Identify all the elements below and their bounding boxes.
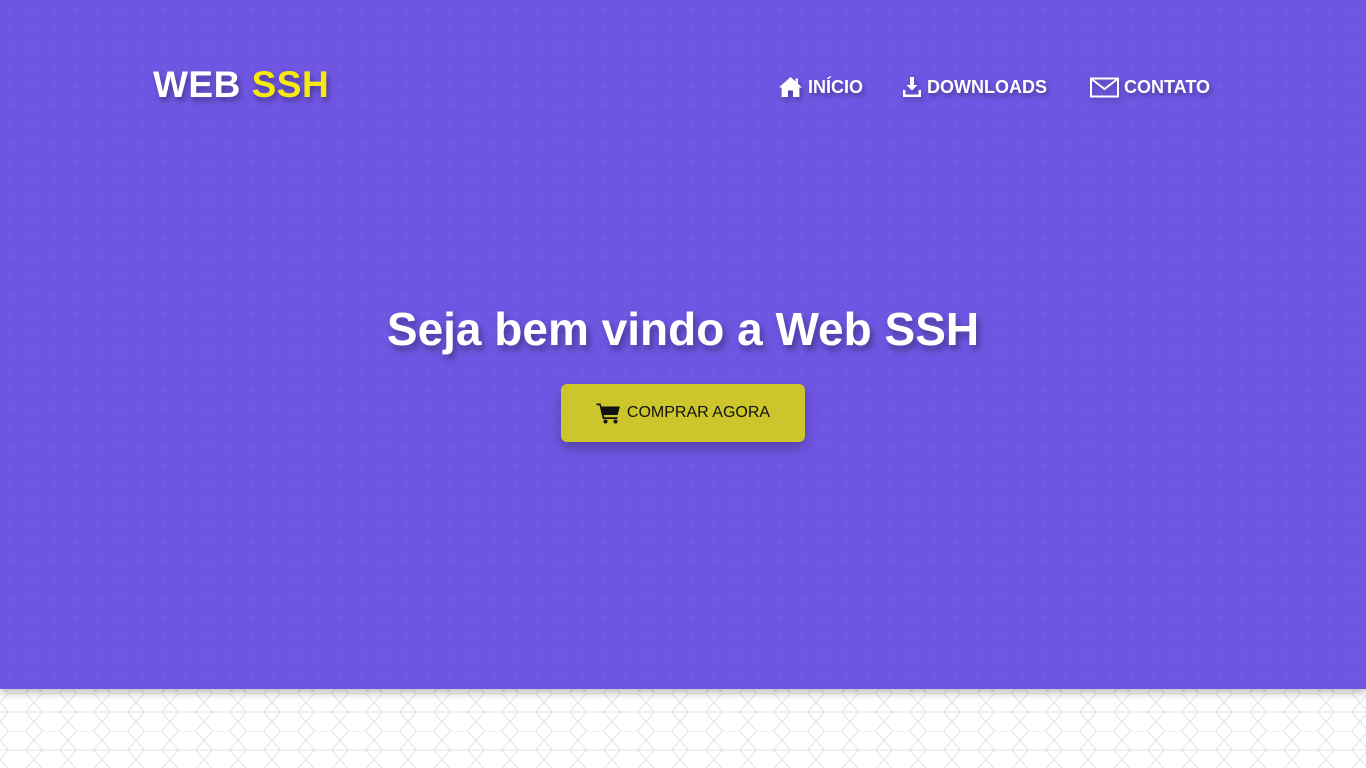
buy-now-button[interactable]: COMPRAR AGORA	[561, 384, 805, 442]
hero-section: WEB SSH INÍCIO DOWNLOADS CONTATO Seja be…	[0, 0, 1366, 689]
hex-pattern	[0, 689, 1366, 768]
nav-item-downloads[interactable]: DOWNLOADS	[902, 74, 1047, 100]
nav-item-label: CONTATO	[1124, 76, 1210, 97]
hero-headline: Seja bem vindo a Web SSH	[386, 303, 980, 355]
nav-item-label: INÍCIO	[808, 76, 864, 97]
logo-text-web: WEB	[153, 64, 241, 105]
cart-icon	[596, 403, 620, 424]
logo-text-ssh: SSH	[251, 64, 330, 105]
site-logo[interactable]: WEB SSH	[153, 64, 329, 106]
hex-pattern-background	[0, 689, 1366, 768]
envelope-icon	[1090, 77, 1119, 97]
nav-item-label: DOWNLOADS	[927, 76, 1047, 97]
nav-item-contato[interactable]: CONTATO	[1090, 74, 1210, 100]
home-icon	[779, 77, 802, 97]
download-icon	[903, 77, 921, 97]
nav-item-inicio[interactable]: INÍCIO	[778, 74, 863, 100]
buy-now-label: COMPRAR AGORA	[626, 404, 771, 421]
main-nav: INÍCIO DOWNLOADS CONTATO	[778, 74, 1218, 100]
